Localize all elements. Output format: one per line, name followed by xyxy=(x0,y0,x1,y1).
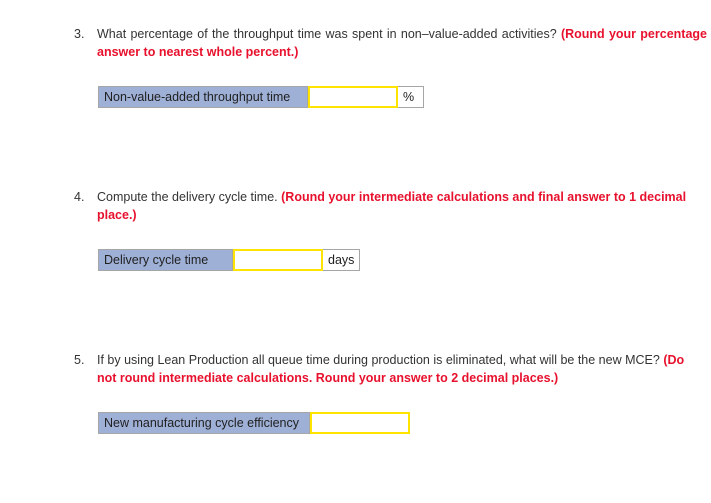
answer-unit-percent: % xyxy=(398,86,424,108)
worksheet-page: 3. What percentage of the throughput tim… xyxy=(0,0,711,503)
question-block-3: 3. What percentage of the throughput tim… xyxy=(74,26,707,61)
question-3-prompt: What percentage of the throughput time w… xyxy=(97,27,557,41)
answer-input-non-value-added-throughput-time[interactable] xyxy=(308,86,398,108)
question-5-heading: 5. If by using Lean Production all queue… xyxy=(74,352,707,387)
answer-label-delivery-cycle-time: Delivery cycle time xyxy=(98,249,233,271)
answer-label-new-manufacturing-cycle-efficiency: New manufacturing cycle efficiency xyxy=(98,412,310,434)
answer-input-delivery-cycle-time[interactable] xyxy=(233,249,323,271)
question-5-number: 5. xyxy=(74,353,85,367)
question-block-5: 5. If by using Lean Production all queue… xyxy=(74,352,707,387)
question-4-prompt: Compute the delivery cycle time. xyxy=(97,190,278,204)
question-4-heading: 4. Compute the delivery cycle time. (Rou… xyxy=(74,189,707,224)
question-3-text: What percentage of the throughput time w… xyxy=(97,26,707,61)
answer-input-new-manufacturing-cycle-efficiency[interactable] xyxy=(310,412,410,434)
question-5-prompt: If by using Lean Production all queue ti… xyxy=(97,353,660,367)
answer-row-5: New manufacturing cycle efficiency xyxy=(98,412,410,434)
answer-unit-days: days xyxy=(323,249,360,271)
answer-row-4: Delivery cycle time days xyxy=(98,249,360,271)
question-3-heading: 3. What percentage of the throughput tim… xyxy=(74,26,707,61)
question-4-number: 4. xyxy=(74,190,85,204)
answer-row-3: Non-value-added throughput time % xyxy=(98,86,424,108)
question-block-4: 4. Compute the delivery cycle time. (Rou… xyxy=(74,189,707,224)
question-5-text: If by using Lean Production all queue ti… xyxy=(97,352,707,387)
question-4-text: Compute the delivery cycle time. (Round … xyxy=(97,189,707,224)
question-3-number: 3. xyxy=(74,27,85,41)
answer-label-non-value-added-throughput-time: Non-value-added throughput time xyxy=(98,86,308,108)
